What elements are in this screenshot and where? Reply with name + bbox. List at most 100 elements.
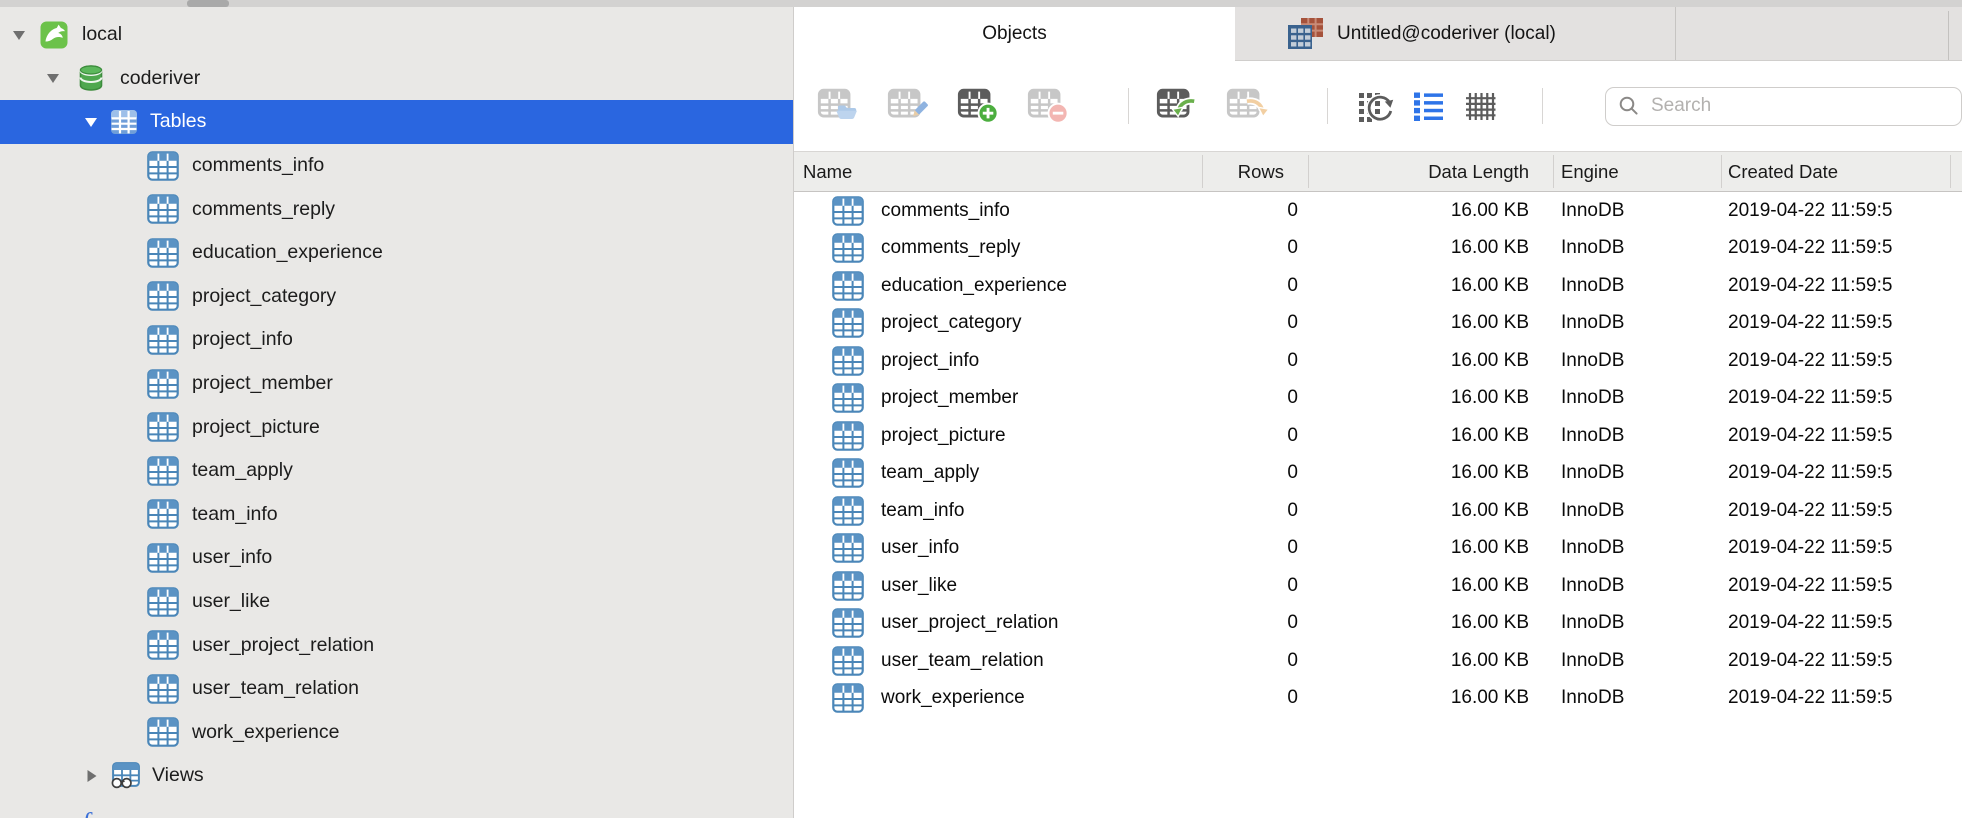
tab-untitled-query[interactable]: Untitled@coderiver (local) — [1235, 7, 1676, 60]
tree-item-label: education_experience — [192, 241, 383, 264]
column-divider[interactable] — [1553, 155, 1554, 188]
table-row-user-project-relation[interactable]: user_project_relation 0 16.00 KB InnoDB 2019… — [794, 605, 1962, 643]
tree-item-user-team-relation[interactable]: user_team_relation — [0, 667, 793, 711]
object-toolbar — [794, 61, 1962, 151]
cell-name: project_category — [794, 308, 1202, 339]
import-wizard-button[interactable] — [1155, 86, 1199, 126]
grid-view-button[interactable] — [1458, 86, 1502, 126]
table-row-project-info[interactable]: project_info 0 16.00 KB InnoDB 2019-04-22 11… — [794, 342, 1962, 380]
tree-item-partial-function[interactable]: ƒ — [0, 798, 793, 818]
table-row-team-info[interactable]: team_info 0 16.00 KB InnoDB 2019-04-22 11:59… — [794, 492, 1962, 530]
toolbar-divider — [1542, 88, 1543, 124]
table-row-user-info[interactable]: user_info 0 16.00 KB InnoDB 2019-04-22 11:59… — [794, 530, 1962, 568]
scrollbar-thumb[interactable] — [187, 0, 229, 7]
tree-item-comments-info[interactable]: comments_info — [0, 144, 793, 188]
table-row-team-apply[interactable]: team_apply 0 16.00 KB InnoDB 2019-04-22 11:5… — [794, 455, 1962, 493]
table-row-user-like[interactable]: user_like 0 16.00 KB InnoDB 2019-04-22 11:59… — [794, 567, 1962, 605]
tree-item-education-experience[interactable]: education_experience — [0, 231, 793, 275]
tree-item-tables[interactable]: Tables — [0, 100, 793, 144]
cell-engine: InnoDB — [1561, 687, 1625, 709]
cell-data-length: 16.00 KB — [1450, 649, 1529, 671]
tab-objects[interactable]: Objects — [794, 7, 1235, 61]
table-icon — [832, 645, 864, 676]
table-name-label: project_member — [881, 387, 1019, 409]
table-icon — [832, 608, 864, 639]
open-table-button[interactable] — [816, 86, 860, 126]
disclosure-expanded-icon[interactable] — [84, 116, 98, 128]
tree-item-views[interactable]: Views — [0, 754, 793, 798]
cell-data-length: 16.00 KB — [1450, 537, 1529, 559]
table-row-education-experience[interactable]: education_experience 0 16.00 KB InnoDB 2019-… — [794, 267, 1962, 305]
table-row-comments-info[interactable]: comments_info 0 16.00 KB InnoDB 2019-04-22 1… — [794, 192, 1962, 230]
table-row-user-team-relation[interactable]: user_team_relation 0 16.00 KB InnoDB 2019-04… — [794, 642, 1962, 680]
export-wizard-button[interactable] — [1225, 86, 1269, 126]
column-divider[interactable] — [1202, 155, 1203, 188]
column-header-name[interactable]: Name — [794, 161, 1202, 183]
delete-table-button[interactable] — [1026, 86, 1070, 126]
top-horizontal-scrollbar[interactable] — [0, 0, 1962, 7]
table-icon — [832, 495, 864, 526]
cell-data-length: 16.00 KB — [1450, 349, 1529, 371]
disclosure-expanded-icon[interactable] — [46, 72, 60, 84]
list-view-button[interactable] — [1406, 86, 1450, 126]
table-name-label: user_info — [881, 537, 960, 559]
cell-data-length: 16.00 KB — [1450, 387, 1529, 409]
search-field[interactable] — [1605, 86, 1962, 126]
tab-bar: Objects Untitled@coderiver (local) — [794, 7, 1962, 61]
connection-tree: local coderiver Tables comments_info comment… — [0, 7, 793, 818]
cell-data-length: 16.00 KB — [1450, 499, 1529, 521]
tree-item-project-picture[interactable]: project_picture — [0, 405, 793, 449]
table-row-project-member[interactable]: project_member 0 16.00 KB InnoDB 2019-04-22 … — [794, 380, 1962, 418]
table-icon — [147, 543, 179, 573]
table-icon — [147, 499, 179, 530]
cell-rows: 0 — [1287, 649, 1298, 671]
table-icon — [832, 683, 864, 714]
cell-name: project_picture — [794, 420, 1202, 451]
column-header-engine[interactable]: Engine — [1553, 161, 1721, 183]
table-row-project-category[interactable]: project_category 0 16.00 KB InnoDB 2019-04-2… — [794, 305, 1962, 343]
design-table-button[interactable] — [886, 86, 930, 126]
tree-item-team-apply[interactable]: team_apply — [0, 449, 793, 493]
tree-item-user-project-relation[interactable]: user_project_relation — [0, 623, 793, 667]
cell-data-length: 16.00 KB — [1450, 424, 1529, 446]
tree-item-label: project_category — [192, 284, 337, 307]
table-row-comments-reply[interactable]: comments_reply 0 16.00 KB InnoDB 2019-04-22 … — [794, 230, 1962, 268]
tree-item-coderiver[interactable]: coderiver — [0, 57, 793, 101]
tree-item-user-like[interactable]: user_like — [0, 580, 793, 624]
disclosure-collapsed-icon[interactable] — [84, 769, 98, 783]
tab-query-label: Untitled@coderiver (local) — [1337, 22, 1556, 44]
disclosure-expanded-icon[interactable] — [12, 29, 26, 41]
tree-item-project-category[interactable]: project_category — [0, 275, 793, 319]
table-name-label: team_apply — [881, 462, 980, 484]
objects-panel: Objects Untitled@coderiver (local) Name … — [794, 7, 1962, 818]
new-table-button[interactable] — [956, 86, 1000, 126]
tree-item-comments-reply[interactable]: comments_reply — [0, 187, 793, 231]
tree-item-user-info[interactable]: user_info — [0, 536, 793, 580]
search-input[interactable] — [1649, 94, 1949, 118]
column-header-created-date[interactable]: Created Date — [1721, 161, 1962, 183]
table-row-project-picture[interactable]: project_picture 0 16.00 KB InnoDB 2019-04-22… — [794, 417, 1962, 455]
table-icon — [147, 455, 179, 486]
table-icon — [832, 383, 864, 414]
tree-item-project-member[interactable]: project_member — [0, 362, 793, 406]
column-divider[interactable] — [1721, 155, 1722, 188]
tree-item-work-experience[interactable]: work_experience — [0, 711, 793, 755]
tree-item-team-info[interactable]: team_info — [0, 493, 793, 537]
tree-item-local[interactable]: local — [0, 13, 793, 57]
column-header-data-length[interactable]: Data Length — [1308, 161, 1553, 183]
er-diagram-view-button[interactable] — [1354, 86, 1398, 126]
tree-item-label: team_apply — [192, 459, 293, 482]
column-divider[interactable] — [1950, 155, 1951, 188]
cell-name: user_info — [794, 533, 1202, 564]
cell-name: project_member — [794, 383, 1202, 414]
navicat-window: local coderiver Tables comments_info comment… — [0, 7, 1962, 818]
column-header-rows[interactable]: Rows — [1202, 161, 1308, 183]
tree-item-label: work_experience — [192, 720, 340, 743]
tree-item-project-info[interactable]: project_info — [0, 318, 793, 362]
column-divider[interactable] — [1308, 155, 1309, 188]
tree-item-label: user_team_relation — [192, 677, 359, 700]
cell-name: work_experience — [794, 683, 1202, 714]
tree-item-label: coderiver — [120, 66, 201, 89]
cell-rows: 0 — [1287, 462, 1298, 484]
table-row-work-experience[interactable]: work_experience 0 16.00 KB InnoDB 2019-04-22… — [794, 680, 1962, 718]
